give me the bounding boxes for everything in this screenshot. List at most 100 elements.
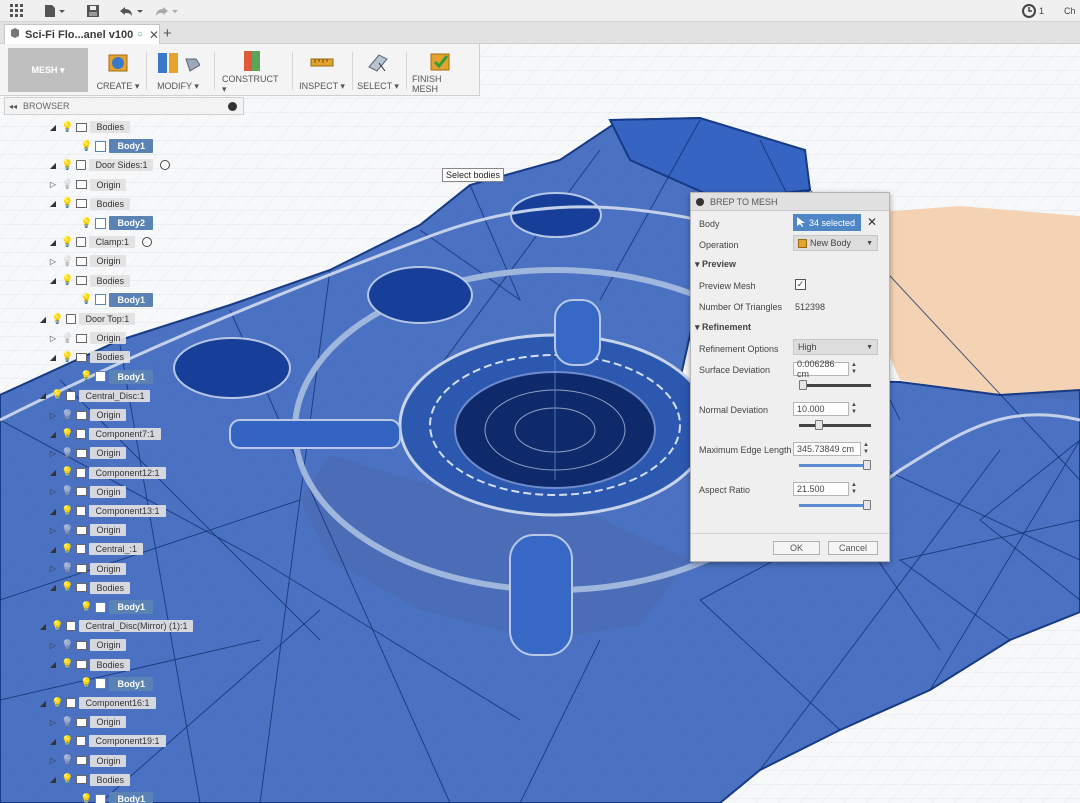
expanded-arrow-icon[interactable]: ◢ <box>48 468 58 477</box>
user-initials[interactable]: Ch <box>1064 2 1076 20</box>
visibility-bulb-icon[interactable]: 💡 <box>51 698 63 709</box>
browser-folder-item[interactable]: ▷ 💡 Origin <box>48 407 127 423</box>
browser-folder-item[interactable]: ◢ 💡 Bodies <box>48 349 130 365</box>
expanded-arrow-icon[interactable]: ◢ <box>48 238 58 247</box>
browser-component-item[interactable]: ◢ 💡 Component13:1 <box>48 503 166 519</box>
expanded-arrow-icon[interactable]: ◢ <box>48 276 58 285</box>
browser-component-item[interactable]: ◢ 💡 Component19:1 <box>48 733 166 749</box>
visibility-bulb-icon[interactable]: 💡 <box>61 736 73 747</box>
visibility-bulb-icon[interactable]: 💡 <box>61 410 73 421</box>
expanded-arrow-icon[interactable]: ◢ <box>38 315 48 324</box>
visibility-bulb-icon[interactable]: 💡 <box>80 294 92 305</box>
dialog-collapse-icon[interactable] <box>696 197 704 206</box>
file-menu-icon[interactable] <box>44 2 66 20</box>
browser-folder-item[interactable]: ▷ 💡 Origin <box>48 753 127 769</box>
expanded-arrow-icon[interactable]: ◢ <box>48 737 58 746</box>
surface-deviation-input[interactable]: 0.006286 cm <box>793 359 849 379</box>
dialog-header[interactable]: BREP TO MESH <box>691 193 889 211</box>
activate-component-radio[interactable] <box>160 160 171 171</box>
slider-thumb[interactable] <box>863 460 871 470</box>
visibility-bulb-icon[interactable]: 💡 <box>61 429 73 440</box>
modify-button[interactable]: MODIFY ▾ <box>150 48 206 92</box>
browser-pin-icon[interactable] <box>228 101 237 111</box>
undo-icon[interactable] <box>116 2 144 20</box>
browser-folder-item[interactable]: ▷ 💡 Origin <box>48 177 127 193</box>
browser-component-item[interactable]: ◢ 💡 Clamp:1 <box>48 234 152 250</box>
preview-section-header[interactable]: ▾ Preview <box>695 259 736 270</box>
close-tab-icon[interactable]: ✕ <box>149 28 159 42</box>
browser-folder-item[interactable]: ▷ 💡 Origin <box>48 484 127 500</box>
visibility-bulb-icon[interactable]: 💡 <box>51 314 63 325</box>
inspect-button[interactable]: INSPECT ▾ <box>298 48 346 92</box>
browser-component-item[interactable]: ◢ 💡 Door Top:1 <box>38 311 136 327</box>
collapsed-arrow-icon[interactable]: ▷ <box>48 180 58 189</box>
slider-thumb[interactable] <box>799 380 807 390</box>
collapsed-arrow-icon[interactable]: ▷ <box>48 564 58 573</box>
browser-component-item[interactable]: ◢ 💡 Door Sides:1 <box>48 157 171 173</box>
visibility-bulb-icon[interactable]: 💡 <box>61 275 73 286</box>
visibility-bulb-icon[interactable]: 💡 <box>61 755 73 766</box>
visibility-bulb-icon[interactable]: 💡 <box>80 371 92 382</box>
normal-deviation-input[interactable]: 10.000 <box>793 402 849 416</box>
browser-folder-item[interactable]: ◢ 💡 Bodies <box>48 772 130 788</box>
browser-folder-item[interactable]: ▷ 💡 Origin <box>48 561 127 577</box>
visibility-bulb-icon[interactable]: 💡 <box>61 525 73 536</box>
browser-body-item[interactable]: 💡 Body1 <box>80 369 153 385</box>
workspace-switcher[interactable]: MESH ▾ <box>8 48 88 92</box>
visibility-bulb-icon[interactable]: 💡 <box>61 774 73 785</box>
expanded-arrow-icon[interactable]: ◢ <box>48 545 58 554</box>
cancel-button[interactable]: Cancel <box>828 541 878 555</box>
collapsed-arrow-icon[interactable]: ▷ <box>48 449 58 458</box>
expanded-arrow-icon[interactable]: ◢ <box>48 353 58 362</box>
visibility-bulb-icon[interactable]: 💡 <box>80 678 92 689</box>
apps-grid-icon[interactable] <box>10 2 24 20</box>
browser-folder-item[interactable]: ◢ 💡 Bodies <box>48 273 130 289</box>
normal-deviation-slider[interactable] <box>799 420 871 430</box>
operation-dropdown[interactable]: New Body ▼ <box>793 235 878 251</box>
collapsed-arrow-icon[interactable]: ▷ <box>48 257 58 266</box>
browser-body-item[interactable]: 💡 Body1 <box>80 599 153 615</box>
construct-button[interactable]: CONSTRUCT ▾ <box>222 48 284 94</box>
visibility-bulb-icon[interactable]: 💡 <box>61 448 73 459</box>
visibility-bulb-icon[interactable]: 💡 <box>80 602 92 613</box>
normal-deviation-stepper[interactable]: ▲ ▼ <box>851 402 857 416</box>
job-status-icon[interactable]: 1 <box>1022 2 1044 20</box>
browser-folder-item[interactable]: ▷ 💡 Origin <box>48 714 127 730</box>
visibility-bulb-icon[interactable]: 💡 <box>61 467 73 478</box>
collapsed-arrow-icon[interactable]: ▷ <box>48 334 58 343</box>
visibility-bulb-icon[interactable]: 💡 <box>51 621 63 632</box>
expanded-arrow-icon[interactable]: ◢ <box>48 775 58 784</box>
browser-component-item[interactable]: ◢ 💡 Component16:1 <box>38 695 156 711</box>
visibility-bulb-icon[interactable]: 💡 <box>61 563 73 574</box>
visibility-bulb-icon[interactable]: 💡 <box>61 179 73 190</box>
visibility-bulb-icon[interactable]: 💡 <box>61 352 73 363</box>
visibility-bulb-icon[interactable]: 💡 <box>80 794 92 803</box>
browser-folder-item[interactable]: ▷ 💡 Origin <box>48 330 127 346</box>
max-edge-length-stepper[interactable]: ▲ ▼ <box>863 442 869 456</box>
visibility-bulb-icon[interactable]: 💡 <box>61 717 73 728</box>
visibility-bulb-icon[interactable]: 💡 <box>51 390 63 401</box>
visibility-bulb-icon[interactable]: 💡 <box>61 486 73 497</box>
surface-deviation-slider[interactable] <box>799 380 871 390</box>
browser-body-item[interactable]: 💡 Body2 <box>80 215 153 231</box>
browser-folder-item[interactable]: ▷ 💡 Origin <box>48 637 127 653</box>
visibility-bulb-icon[interactable]: 💡 <box>61 640 73 651</box>
expanded-arrow-icon[interactable]: ◢ <box>48 430 58 439</box>
save-icon[interactable] <box>86 2 100 20</box>
refinement-options-dropdown[interactable]: High ▼ <box>793 339 878 355</box>
preview-mesh-checkbox[interactable]: ✓ <box>795 279 806 290</box>
expanded-arrow-icon[interactable]: ◢ <box>38 391 48 400</box>
browser-folder-item[interactable]: ▷ 💡 Origin <box>48 253 127 269</box>
slider-thumb[interactable] <box>815 420 823 430</box>
browser-body-item[interactable]: 💡 Body1 <box>80 292 153 308</box>
browser-folder-item[interactable]: ◢ 💡 Bodies <box>48 580 130 596</box>
browser-folder-item[interactable]: ◢ 💡 Bodies <box>48 657 130 673</box>
visibility-bulb-icon[interactable]: 💡 <box>80 218 92 229</box>
browser-body-item[interactable]: 💡 Body1 <box>80 138 153 154</box>
browser-component-item[interactable]: ◢ 💡 Central_Disc(Mirror) (1):1 <box>38 618 194 634</box>
browser-header[interactable]: ◂◂ BROWSER <box>4 97 244 115</box>
max-edge-length-slider[interactable] <box>799 460 871 470</box>
expanded-arrow-icon[interactable]: ◢ <box>48 660 58 669</box>
expanded-arrow-icon[interactable]: ◢ <box>48 199 58 208</box>
finish-mesh-button[interactable]: FINISH MESH <box>412 48 468 94</box>
